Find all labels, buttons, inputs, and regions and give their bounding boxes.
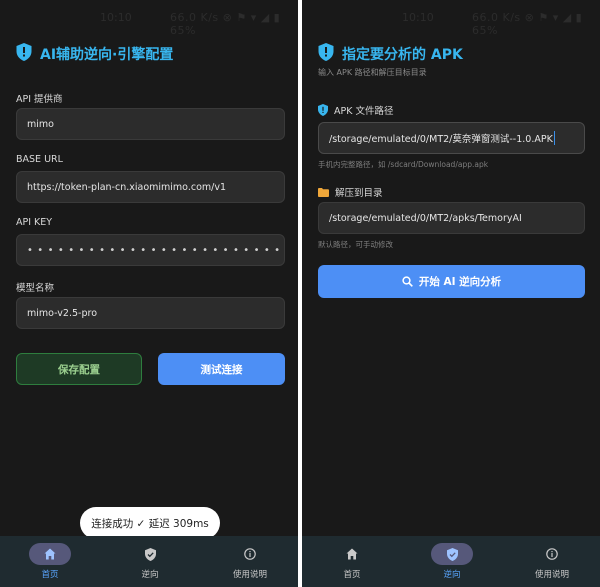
shield-icon bbox=[16, 43, 32, 65]
api-key-value: •••••••••••••••••••••••••••••••• bbox=[27, 244, 285, 256]
apk-path-hint: 手机内完整路径，如 /sdcard/Download/app.apk bbox=[318, 160, 489, 169]
nav-reverse[interactable]: 逆向 bbox=[402, 536, 502, 587]
api-key-label: API KEY bbox=[16, 217, 53, 228]
nav-home-label: 首页 bbox=[343, 570, 361, 580]
api-provider-value: mimo bbox=[27, 118, 54, 130]
info-icon bbox=[546, 548, 558, 560]
apk-select-screen: 10:10 66.0 K/s ⊗ ⚑ ▾ ◢ ▮ 65% 指定要分析的 APK … bbox=[302, 0, 600, 587]
base-url-input[interactable]: https://token-plan-cn.xiaomimimo.com/v1 bbox=[16, 171, 285, 203]
bottom-nav: 首页 逆向 使用说明 bbox=[302, 536, 600, 587]
nav-help-pill bbox=[531, 543, 573, 565]
engine-config-screen: 10:10 66.0 K/s ⊗ ⚑ ▾ ◢ ▮ 65% AI辅助逆向·引擎配置… bbox=[0, 0, 298, 587]
model-name-input[interactable]: mimo-v2.5-pro bbox=[16, 297, 285, 329]
extract-dir-label-text: 解压到目录 bbox=[335, 188, 383, 199]
start-analysis-button[interactable]: 开始 AI 逆向分析 bbox=[318, 265, 585, 298]
status-time: 10:10 bbox=[100, 11, 132, 24]
nav-help-pill bbox=[229, 543, 271, 565]
apk-path-label: APK 文件路径 bbox=[318, 103, 393, 117]
nav-help[interactable]: 使用说明 bbox=[200, 536, 298, 587]
base-url-value: https://token-plan-cn.xiaomimimo.com/v1 bbox=[27, 181, 227, 193]
page-subtitle: 输入 APK 路径和解压目标目录 bbox=[318, 68, 427, 77]
nav-reverse-pill bbox=[431, 543, 473, 565]
nav-help[interactable]: 使用说明 bbox=[502, 536, 600, 587]
model-name-label: 模型名称 bbox=[16, 283, 55, 294]
test-connection-button[interactable]: 测试连接 bbox=[158, 353, 285, 385]
connection-toast: 连接成功 ✓ 延迟 309ms bbox=[80, 507, 220, 539]
info-icon bbox=[244, 548, 256, 560]
nav-help-label: 使用说明 bbox=[534, 570, 569, 580]
apk-path-value: /storage/emulated/0/MT2/莫奈弹窗测试--1.0.APK bbox=[329, 134, 553, 145]
page-title: 指定要分析的 APK bbox=[342, 47, 463, 63]
shield-icon bbox=[318, 43, 334, 65]
shield-small-icon bbox=[318, 104, 328, 116]
status-icons: 66.0 K/s ⊗ ⚑ ▾ ◢ ▮ 65% bbox=[170, 11, 281, 37]
apk-path-label-text: APK 文件路径 bbox=[334, 106, 394, 117]
status-bar: 10:10 66.0 K/s ⊗ ⚑ ▾ ◢ ▮ 65% bbox=[302, 0, 600, 37]
extract-dir-value: /storage/emulated/0/MT2/apks/TemoryAI bbox=[329, 212, 522, 224]
folder-icon bbox=[318, 187, 329, 197]
api-provider-label: API 提供商 bbox=[16, 94, 63, 105]
nav-home[interactable]: 首页 bbox=[302, 536, 402, 587]
extract-dir-input[interactable]: /storage/emulated/0/MT2/apks/TemoryAI bbox=[318, 202, 585, 234]
bottom-nav: 首页 逆向 使用说明 bbox=[0, 536, 298, 587]
extract-dir-label: 解压到目录 bbox=[318, 185, 383, 199]
nav-help-label: 使用说明 bbox=[232, 570, 267, 580]
status-icons: 66.0 K/s ⊗ ⚑ ▾ ◢ ▮ 65% bbox=[472, 11, 583, 37]
search-icon bbox=[402, 276, 413, 287]
apk-path-input[interactable]: /storage/emulated/0/MT2/莫奈弹窗测试--1.0.APK bbox=[318, 122, 585, 154]
text-caret bbox=[553, 131, 555, 145]
page-title: AI辅助逆向·引擎配置 bbox=[40, 47, 174, 63]
nav-home-pill bbox=[29, 543, 71, 565]
api-provider-input[interactable]: mimo bbox=[16, 108, 285, 140]
api-key-input[interactable]: •••••••••••••••••••••••••••••••• bbox=[16, 234, 285, 266]
nav-reverse-pill bbox=[129, 543, 171, 565]
page-header: AI辅助逆向·引擎配置 bbox=[16, 43, 174, 65]
page-header: 指定要分析的 APK bbox=[318, 43, 463, 65]
extract-dir-hint: 默认路径，可手动修改 bbox=[318, 240, 393, 249]
home-icon bbox=[44, 548, 56, 560]
nav-reverse-label: 逆向 bbox=[141, 570, 159, 580]
status-time: 10:10 bbox=[402, 11, 434, 24]
status-bar: 10:10 66.0 K/s ⊗ ⚑ ▾ ◢ ▮ 65% bbox=[0, 0, 298, 37]
shield-check-icon bbox=[144, 547, 156, 561]
start-analysis-label: 开始 AI 逆向分析 bbox=[418, 276, 502, 288]
nav-home[interactable]: 首页 bbox=[0, 536, 100, 587]
base-url-label: BASE URL bbox=[16, 154, 63, 165]
save-config-button[interactable]: 保存配置 bbox=[16, 353, 142, 385]
nav-home-pill bbox=[331, 543, 373, 565]
shield-check-icon bbox=[446, 547, 458, 561]
home-icon bbox=[346, 548, 358, 560]
nav-reverse-label: 逆向 bbox=[443, 570, 461, 580]
nav-reverse[interactable]: 逆向 bbox=[100, 536, 200, 587]
nav-home-label: 首页 bbox=[41, 570, 59, 580]
model-name-value: mimo-v2.5-pro bbox=[27, 307, 98, 319]
